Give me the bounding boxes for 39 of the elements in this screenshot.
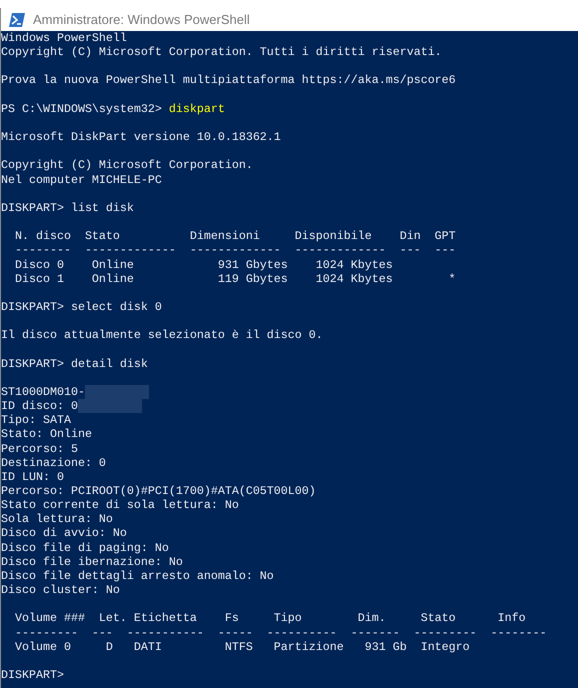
console-line: Sola lettura: No <box>1 512 113 526</box>
console-line: ID LUN: 0 <box>1 470 64 484</box>
console-line: Windows PowerShell <box>1 31 127 46</box>
console-line: Prova la nuova PowerShell multipiattaforma https://aka.ms/pscore6 <box>1 73 456 88</box>
console-line: Percorso: PCIROOT(0)#PCI(1700)#ATA(C05T00L00) <box>1 484 316 498</box>
console-line: Stato corrente di sola lettura: No <box>1 498 239 512</box>
console-line: ST1000DM010- <box>1 384 85 400</box>
console-line: Volume 0 D DATI NTFS Partizione 931 Gb Integro <box>14 640 470 654</box>
console-line: Disco 0 Online 931 Gbytes 1024 Kbytes <box>14 258 393 272</box>
console-line: N. disco Stato Dimensioni Disponibile Din GPT <box>14 229 456 244</box>
console-line: Nel computer MICHELE-PC <box>1 172 162 187</box>
console-line: DISKPART> select disk 0 <box>1 300 162 314</box>
redaction-blur <box>84 384 149 399</box>
console-line: Volume ### Let. Etichetta Fs Tipo Dim. Stato Info <box>14 611 526 626</box>
console-line: Disco file ibernazione: No <box>1 554 183 569</box>
console-line: Percorso: 5 <box>1 442 78 456</box>
console-line: --------- --- ----------- ----- ---------- ------- --------- -------- <box>14 626 547 640</box>
console-line: Copyright (C) Microsoft Corporation. <box>1 158 253 173</box>
console-line: Tipo: SATA <box>1 413 71 428</box>
console-line: Disco file di paging: No <box>1 540 169 555</box>
redaction-blur <box>78 399 142 414</box>
console-line: DISKPART> detail disk <box>1 356 148 371</box>
console-line: Disco di avvio: No <box>1 526 127 541</box>
shell-prompt: PS C:\WINDOWS\system32> <box>1 102 163 116</box>
console-line: -------- ------------- ------------- ------------- --- --- <box>14 243 456 258</box>
console-line: Microsoft DiskPart versione 10.0.18362.1 <box>1 130 281 144</box>
powershell-icon <box>9 12 25 26</box>
console-line: Disco cluster: No <box>1 583 120 598</box>
console-line: Destinazione: 0 <box>1 456 106 470</box>
console-line: DISKPART> <box>1 668 64 682</box>
window-title: Amministratore: Windows PowerShell <box>33 10 250 29</box>
console-line: Disco 1 Online 119 Gbytes 1024 Kbytes * <box>14 272 456 286</box>
console-line: ID disco: 0 <box>1 399 78 414</box>
console-line: Copyright (C) Microsoft Corporation. Tutti i diritti riservati. <box>1 45 442 60</box>
typed-command: diskpart <box>168 102 225 116</box>
console-line: Disco file dettagli arresto anomalo: No <box>1 568 274 584</box>
console-line: Stato: Online <box>1 427 92 442</box>
console-line: Il disco attualmente selezionato è il disco 0. <box>1 328 323 342</box>
console-line: DISKPART> list disk <box>1 200 134 216</box>
